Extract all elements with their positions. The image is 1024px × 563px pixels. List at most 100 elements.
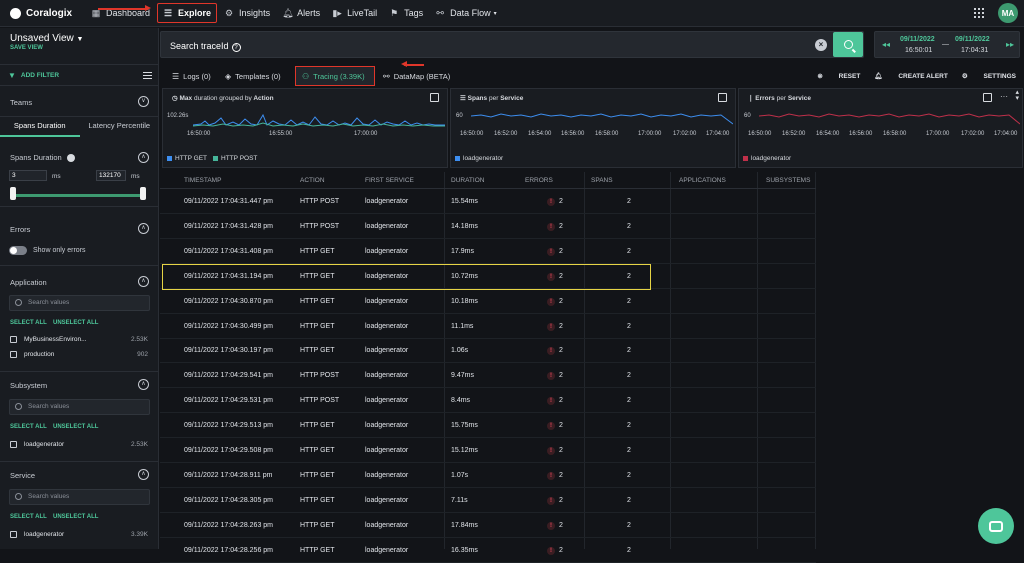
table-row[interactable]: 09/11/2022 17:04:29.508 pm HTTP GET loadge… (160, 438, 816, 463)
nav-tags[interactable]: ⚑ Tags (384, 3, 428, 23)
column-header[interactable]: DURATION (451, 177, 484, 184)
search-icon (15, 493, 22, 500)
table-row[interactable]: 09/11/2022 17:04:29.541 pm HTTP POST loadg… (160, 363, 816, 389)
cell-errors: ! 2 (547, 422, 563, 431)
checkbox[interactable] (10, 441, 17, 448)
collapse-sidebar-icon[interactable] (143, 72, 152, 81)
cell-service: loadgenerator (365, 372, 409, 380)
cell-action: HTTP GET (300, 521, 335, 529)
rewind-icon[interactable]: ◂◂ (882, 40, 890, 49)
tab-templates[interactable]: ◈ Templates (0) (219, 66, 287, 86)
apps-grid-icon[interactable] (974, 8, 984, 18)
app-name: Coralogix (26, 7, 73, 19)
nav-dataflow[interactable]: ⚯ Data Flow ▾ (430, 3, 502, 23)
legend-swatch (455, 156, 460, 161)
chevron-up-icon[interactable]: ∧ (138, 379, 149, 390)
legend-swatch (743, 156, 748, 161)
table-row[interactable]: 09/11/2022 17:04:31.447 pm HTTP POST loadg… (160, 189, 816, 214)
trace-search-input[interactable]: Search traceId? × (160, 31, 864, 58)
avatar[interactable]: MA (998, 3, 1018, 23)
nav-insights[interactable]: ⚙ Insights (219, 3, 275, 23)
fullscreen-icon[interactable] (718, 93, 727, 102)
table-row[interactable]: 09/11/2022 17:04:28.256 pm HTTP GET loadge… (160, 538, 816, 563)
table-row[interactable]: 09/11/2022 17:04:31.408 pm HTTP GET loadge… (160, 239, 816, 264)
list-item[interactable]: production 902 (10, 351, 148, 358)
nav-livetail[interactable]: ▮▸ LiveTail (327, 3, 382, 23)
table-row[interactable]: 09/11/2022 17:04:28.305 pm HTTP GET loadge… (160, 488, 816, 513)
help-icon[interactable]: ? (231, 43, 241, 52)
tab-tracing[interactable]: ⚇ Tracing (3.39K) (295, 66, 375, 86)
chat-button[interactable] (978, 508, 1014, 544)
coralogix-logo[interactable]: Coralogix (10, 7, 86, 19)
table-row[interactable]: 09/11/2022 17:04:30.197 pm HTTP GET loadge… (160, 338, 816, 364)
checkbox[interactable] (10, 531, 17, 538)
column-header[interactable]: ACTION (300, 177, 325, 184)
traces-table: TIMESTAMP ACTION FIRST SERVICE DURATION … (160, 172, 816, 563)
view-title[interactable]: Unsaved View ▼ (10, 33, 83, 44)
scroll-arrows-icon[interactable]: ▴ ▾ (1015, 89, 1019, 102)
settings-button[interactable]: ⚙ SETTINGS (962, 72, 1016, 80)
save-view-link[interactable]: SAVE VIEW (10, 45, 43, 51)
tab-datamap[interactable]: ⚯ DataMap (BETA) (377, 66, 456, 86)
cell-ts: 09/11/2022 17:04:28.911 pm (184, 471, 273, 479)
fast-forward-icon[interactable]: ▸▸ (1006, 40, 1014, 49)
column-header[interactable]: SUBSYSTEMS (766, 177, 810, 184)
create-alert-button[interactable]: 🔔︎ CREATE ALERT (874, 72, 948, 80)
tab-spans-duration[interactable]: Spans Duration (0, 117, 80, 137)
clear-icon[interactable]: × (815, 39, 827, 51)
tab-logs[interactable]: ☰ Logs (0) (166, 66, 217, 86)
nav-alerts[interactable]: 🔔︎ Alerts (277, 3, 325, 23)
max-duration-input[interactable]: 132170 (96, 170, 126, 181)
tab-latency-percentile[interactable]: Latency Percentile (80, 117, 159, 137)
table-row[interactable]: 09/11/2022 17:04:30.870 pm HTTP GET loadge… (160, 289, 816, 314)
min-duration-input[interactable]: 3 (9, 170, 47, 181)
select-all-button[interactable]: SELECT ALL (10, 514, 47, 520)
slider-max-handle[interactable] (140, 187, 146, 200)
select-all-button[interactable]: SELECT ALL (10, 320, 47, 326)
column-header[interactable]: TIMESTAMP (184, 177, 221, 184)
add-filter-button[interactable]: ▼ ADD FILTER (0, 64, 158, 86)
unselect-all-button[interactable]: UNSELECT ALL (53, 424, 98, 430)
chevron-up-icon[interactable]: ∧ (138, 152, 149, 163)
chevron-down-icon[interactable]: ∨ (138, 96, 149, 107)
table-row[interactable]: 09/11/2022 17:04:30.499 pm HTTP GET loadge… (160, 314, 816, 339)
fullscreen-icon[interactable] (983, 93, 992, 102)
chevron-up-icon[interactable]: ∧ (138, 469, 149, 480)
unselect-all-button[interactable]: UNSELECT ALL (53, 320, 98, 326)
duration-range-slider[interactable] (12, 194, 144, 197)
show-only-errors-toggle[interactable] (9, 246, 27, 255)
nav-explore[interactable]: ☰ Explore (157, 3, 218, 23)
application-search-input[interactable]: Search values (9, 295, 150, 311)
chevron-up-icon[interactable]: ∧ (138, 223, 149, 234)
checkbox[interactable] (10, 336, 17, 343)
select-all-button[interactable]: SELECT ALL (10, 424, 47, 430)
column-header[interactable]: SPANS (591, 177, 613, 184)
table-row[interactable]: 09/11/2022 17:04:29.531 pm HTTP POST loadg… (160, 388, 816, 414)
table-row[interactable]: 09/11/2022 17:04:31.428 pm HTTP POST loadg… (160, 214, 816, 239)
list-item[interactable]: MyBusinessEnviron... 2.53K (10, 336, 148, 343)
search-button[interactable] (833, 32, 863, 57)
chevron-up-icon[interactable]: ∧ (138, 276, 149, 287)
time-range-picker[interactable]: ◂◂ 09/11/2022 16:50:01 — 09/11/2022 17:0… (874, 31, 1020, 58)
column-header[interactable]: APPLICATIONS (679, 177, 726, 184)
error-icon: ! (547, 521, 555, 530)
fullscreen-icon[interactable] (430, 93, 439, 102)
slider-min-handle[interactable] (10, 187, 16, 200)
cell-action: HTTP GET (300, 546, 335, 554)
service-search-input[interactable]: Search values (9, 489, 150, 505)
reset-button[interactable]: ⊗ RESET (817, 72, 860, 80)
cell-service: loadgenerator (365, 471, 409, 479)
subsystem-search-input[interactable]: Search values (9, 399, 150, 415)
table-row[interactable]: 09/11/2022 17:04:28.263 pm HTTP GET loadge… (160, 513, 816, 538)
item-count: 2.53K (131, 441, 148, 448)
unselect-all-button[interactable]: UNSELECT ALL (53, 514, 98, 520)
column-header[interactable]: ERRORS (525, 177, 553, 184)
list-item[interactable]: loadgenerator 2.53K (10, 441, 148, 448)
error-count: 2 (559, 521, 563, 529)
list-item[interactable]: loadgenerator 3.39K (10, 531, 148, 538)
more-icon[interactable]: ··· (1000, 92, 1008, 101)
table-row[interactable]: 09/11/2022 17:04:28.911 pm HTTP GET loadge… (160, 463, 816, 488)
table-row[interactable]: 09/11/2022 17:04:29.513 pm HTTP GET loadge… (160, 413, 816, 439)
column-header[interactable]: FIRST SERVICE (365, 177, 414, 184)
checkbox[interactable] (10, 351, 17, 358)
